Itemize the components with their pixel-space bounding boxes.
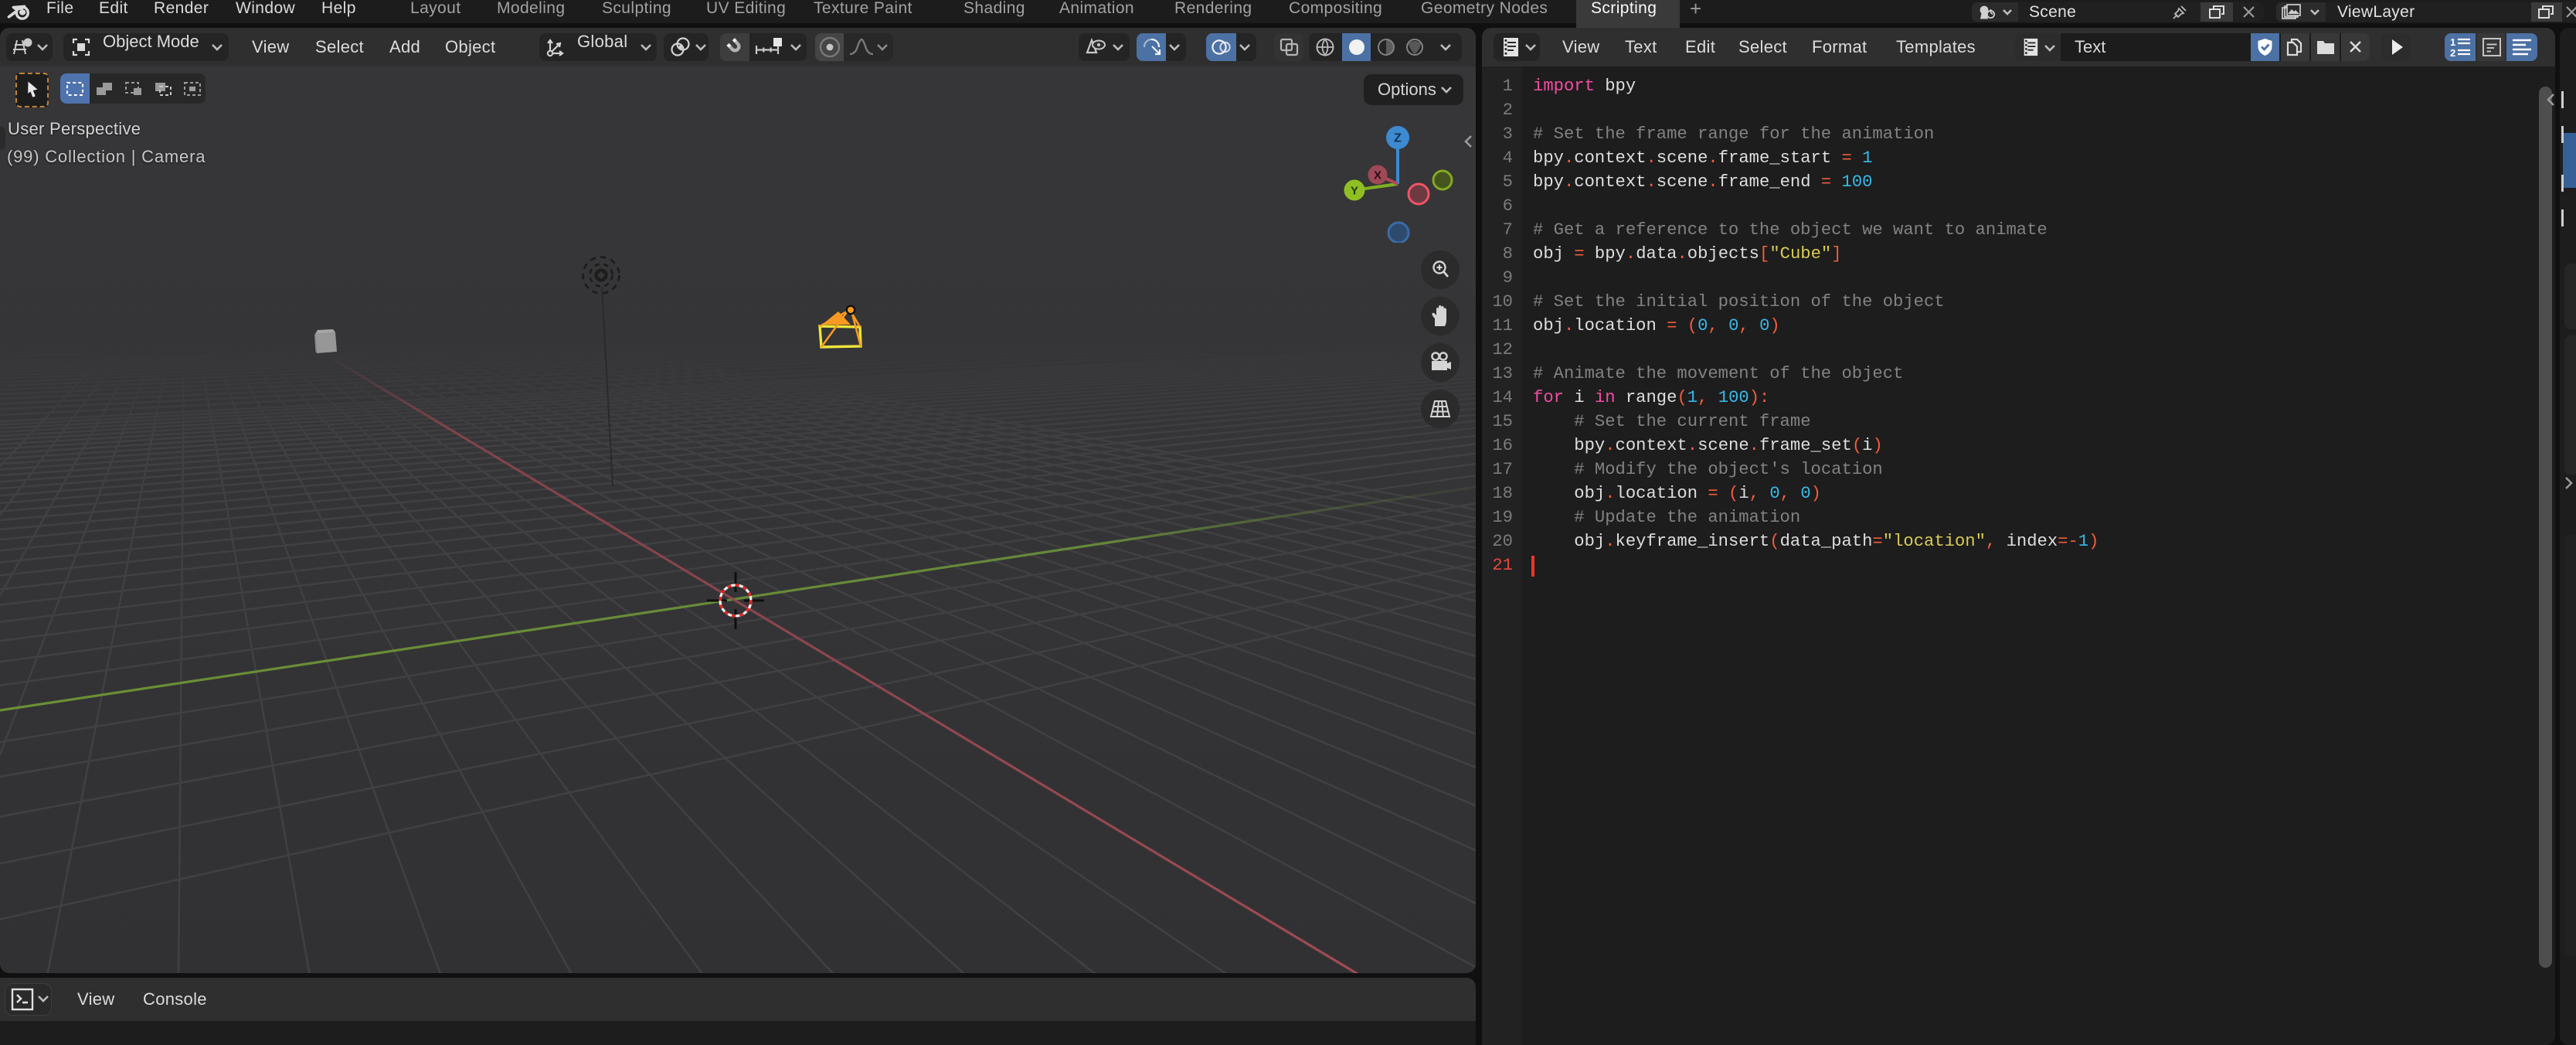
svg-text:1: 1 — [2450, 36, 2455, 48]
svg-text:X: X — [1374, 169, 1381, 182]
svg-text:Z: Z — [1394, 132, 1402, 145]
svg-text:Y: Y — [1351, 185, 1358, 198]
svg-text:2: 2 — [2450, 47, 2455, 58]
